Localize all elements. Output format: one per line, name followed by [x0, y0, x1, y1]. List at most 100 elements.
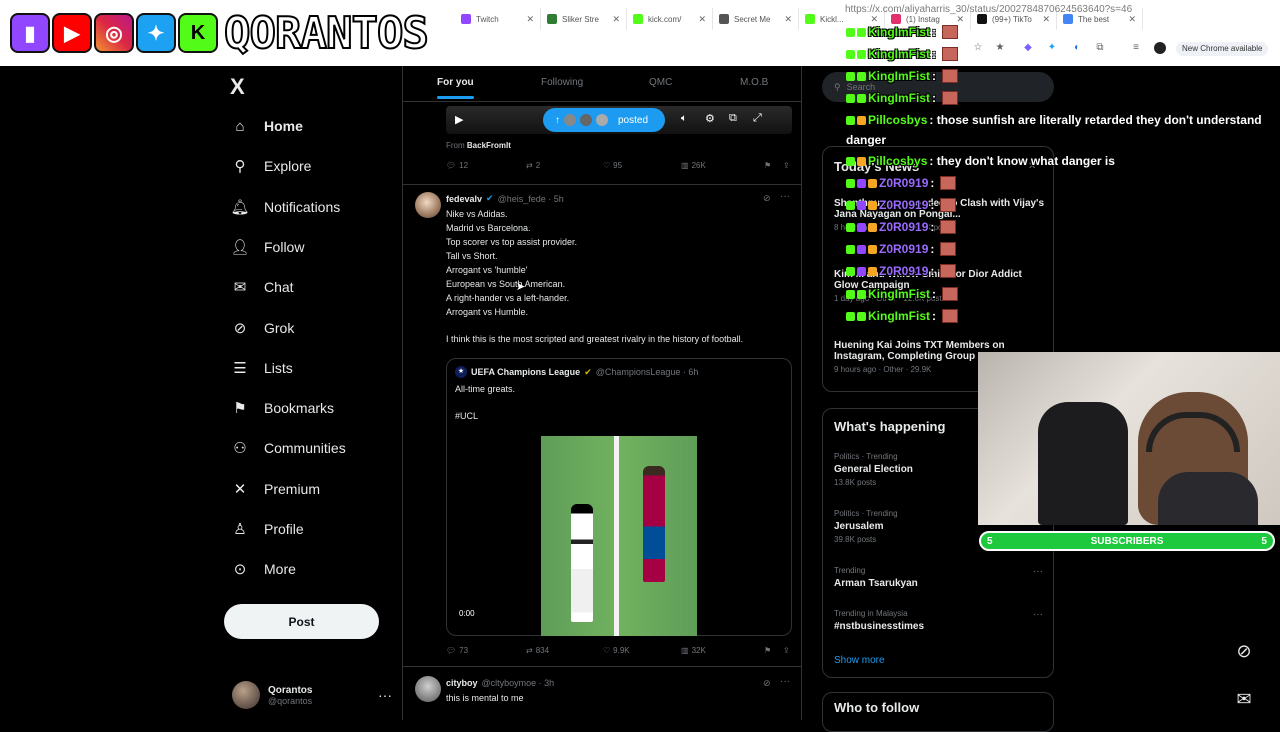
close-icon[interactable]: ✕ [612, 14, 620, 25]
retweet-button[interactable]: ⇄ 2 [526, 161, 540, 170]
show-more-link[interactable]: Show more [834, 655, 885, 666]
profile-avatar-icon[interactable] [1154, 42, 1166, 54]
tab-label: Kickl... [820, 14, 844, 24]
bookmark-star-icon[interactable]: ☆ [972, 42, 984, 54]
youtube-icon: ▶ [52, 13, 92, 53]
nav-follow[interactable]: 👤︎ Follow [230, 232, 304, 262]
messages-icon[interactable]: ✉ [1229, 684, 1259, 714]
media-icon[interactable]: ≡ [1130, 42, 1142, 54]
ucl-logo-icon: ★ [455, 366, 467, 378]
like-button[interactable]: ♡ 95 [603, 161, 622, 170]
chat-username: KingImFist [868, 69, 930, 83]
nav-chat[interactable]: ✉ Chat [230, 272, 294, 302]
trend-item[interactable]: Trending in Malaysia #nstbusinesstimes [834, 609, 924, 632]
avatar[interactable] [415, 676, 441, 702]
video-controls[interactable]: ▶ ↑ posted 🔈︎ ⚙ ⧉ ⤢ [446, 106, 792, 134]
chat-username: KingImFist [868, 25, 930, 39]
like-button[interactable]: ♡ 9.9K [603, 646, 630, 655]
chat-message: KingImFist: [846, 309, 958, 323]
grok-icon[interactable]: ⊘ [1229, 636, 1259, 666]
chat-badge-icon [846, 244, 855, 254]
tab-label: (1) Instag [906, 14, 940, 24]
close-icon[interactable]: ✕ [1128, 14, 1136, 25]
tab-mob[interactable]: M.O.B [740, 77, 768, 88]
trend-item[interactable]: Trending Arman Tsarukyan [834, 566, 918, 589]
new-chrome-available-button[interactable]: New Chrome available [1176, 42, 1269, 56]
nav-communities[interactable]: ⚇ Communities [230, 433, 345, 463]
views-button[interactable]: ▥ 26K [681, 161, 706, 170]
nav-notifications[interactable]: 🔔︎ Notifications [230, 192, 340, 222]
trend-item[interactable]: Politics · Trending Jerusalem 39.8K posts [834, 509, 898, 544]
more-dots-icon[interactable]: ··· [780, 191, 790, 202]
bookmark-icon[interactable]: ⚑ [764, 646, 771, 655]
tweet-author[interactable]: fedevalv [446, 194, 482, 204]
browser-tab[interactable]: Sliker Stre ✕ [541, 8, 627, 30]
reply-button[interactable]: 💬︎ 73 [446, 646, 468, 655]
browser-tab[interactable]: kick.com/ ✕ [627, 8, 713, 30]
grok-icon[interactable]: ⊘ [763, 678, 771, 689]
address-bar-url[interactable]: https://x.com/aliyaharris_30/status/2002… [845, 4, 1132, 15]
source-name[interactable]: BackFromIt [467, 141, 511, 150]
quote-hashtag[interactable]: #UCL [455, 411, 478, 421]
close-icon[interactable]: ✕ [526, 14, 534, 25]
nav-explore[interactable]: ⚲ Explore [230, 151, 312, 181]
feed-tabs: For you Following QMC M.O.B [403, 66, 801, 102]
more-dots-icon[interactable]: ··· [1033, 566, 1043, 577]
video-thumbnail[interactable] [541, 436, 697, 636]
quote-tweet[interactable]: ★ UEFA Champions League ✔ @ChampionsLeag… [446, 358, 792, 636]
tweet-author[interactable]: cityboy [446, 678, 478, 688]
nav-home[interactable]: ⌂ Home [230, 111, 302, 141]
more-dots-icon[interactable]: ··· [1033, 609, 1043, 620]
close-icon[interactable]: ✕ [870, 14, 878, 25]
browser-tab[interactable]: Secret Me ✕ [713, 8, 799, 30]
extension-icon[interactable]: ✦ [1046, 42, 1058, 54]
account-switcher[interactable]: Qorantos @qorantos ··· [232, 680, 392, 710]
pip-icon[interactable]: ⧉ [729, 112, 737, 125]
nav-profile[interactable]: ♙ Profile [230, 514, 303, 544]
nav-more[interactable]: ⊙ More [230, 554, 296, 584]
tab-for-you[interactable]: For you [437, 77, 474, 99]
more-dots-icon[interactable]: ··· [378, 687, 392, 703]
close-icon[interactable]: ✕ [1042, 14, 1050, 25]
divider [403, 184, 801, 185]
nav-premium[interactable]: ✕ Premium [230, 474, 320, 504]
chat-message: Pillcosbys: those sunfish are literally … [846, 113, 1262, 127]
fullscreen-icon[interactable]: ⤢ [753, 112, 762, 125]
share-icon[interactable]: ⇪ [783, 161, 790, 170]
chat-badge-icon [868, 178, 877, 188]
more-dots-icon[interactable]: ··· [780, 676, 790, 687]
tab-following[interactable]: Following [541, 77, 583, 88]
close-icon[interactable]: ✕ [698, 14, 706, 25]
chat-message: danger [846, 133, 886, 147]
play-icon[interactable]: ▶ [455, 113, 463, 126]
reply-button[interactable]: 💬︎ 12 [446, 161, 468, 170]
avatar[interactable] [415, 192, 441, 218]
nav-grok[interactable]: ⊘ Grok [230, 313, 295, 343]
tweet-text-line: Tall vs Short. [446, 251, 498, 261]
nav-bookmarks[interactable]: ⚑ Bookmarks [230, 393, 334, 423]
x-logo[interactable]: X [230, 74, 245, 100]
settings-icon[interactable]: ⚙ [705, 112, 715, 125]
extension-icon[interactable]: ◆ [1022, 42, 1034, 54]
bookmark-icon[interactable]: ⚑ [764, 161, 771, 170]
nav-lists[interactable]: ☰ Lists [230, 353, 293, 383]
retweet-button[interactable]: ⇄ 834 [526, 646, 549, 655]
trend-item[interactable]: Politics · Trending General Election 13.8K… [834, 452, 913, 487]
heart-icon: ♡ [603, 646, 611, 655]
new-posts-pill[interactable]: ↑ posted [543, 108, 665, 132]
browser-tab[interactable]: Twitch ✕ [455, 8, 541, 30]
close-icon[interactable]: ✕ [956, 14, 964, 25]
tab-qmc[interactable]: QMC [649, 77, 672, 88]
chat-emote [940, 198, 957, 212]
chat-badge-icon [846, 27, 855, 37]
extension-icon[interactable]: ◖ [1070, 42, 1082, 54]
grok-icon[interactable]: ⊘ [763, 193, 771, 204]
post-button[interactable]: Post [224, 604, 379, 639]
close-icon[interactable]: ✕ [784, 14, 792, 25]
share-icon[interactable]: ⇪ [783, 646, 790, 655]
puzzle-icon[interactable]: ⧉ [1094, 42, 1106, 54]
reply-icon: 💬︎ [446, 646, 457, 655]
views-button[interactable]: ▥ 32K [681, 646, 706, 655]
star-icon[interactable]: ★ [994, 42, 1006, 54]
volume-icon[interactable]: 🔈︎ [681, 113, 687, 124]
